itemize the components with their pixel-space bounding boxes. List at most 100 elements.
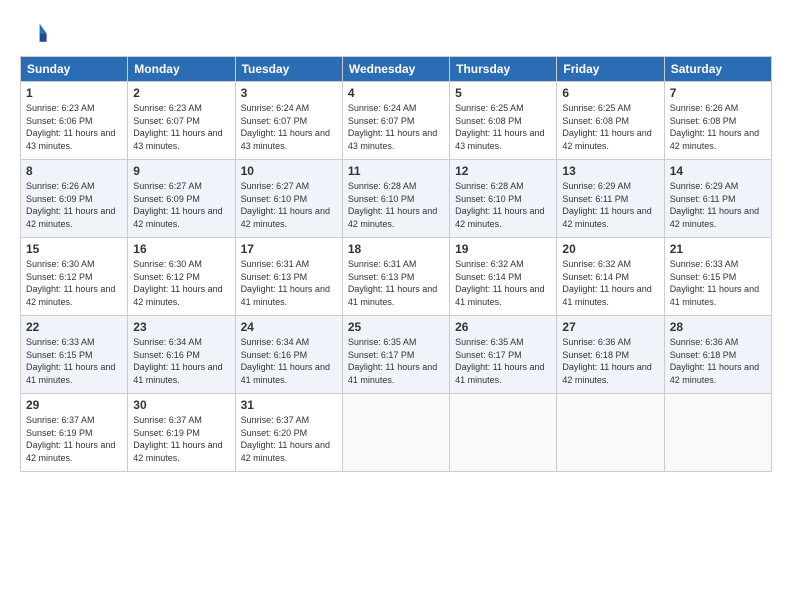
day-info: Sunrise: 6:23 AMSunset: 6:07 PMDaylight:…	[133, 103, 222, 151]
day-info: Sunrise: 6:33 AMSunset: 6:15 PMDaylight:…	[670, 259, 759, 307]
calendar-cell: 7 Sunrise: 6:26 AMSunset: 6:08 PMDayligh…	[664, 82, 771, 160]
day-info: Sunrise: 6:25 AMSunset: 6:08 PMDaylight:…	[562, 103, 651, 151]
day-info: Sunrise: 6:28 AMSunset: 6:10 PMDaylight:…	[455, 181, 544, 229]
logo	[20, 18, 52, 46]
day-info: Sunrise: 6:27 AMSunset: 6:10 PMDaylight:…	[241, 181, 330, 229]
calendar-cell: 10 Sunrise: 6:27 AMSunset: 6:10 PMDaylig…	[235, 160, 342, 238]
calendar-cell: 3 Sunrise: 6:24 AMSunset: 6:07 PMDayligh…	[235, 82, 342, 160]
day-number: 14	[670, 164, 766, 178]
calendar-cell: 9 Sunrise: 6:27 AMSunset: 6:09 PMDayligh…	[128, 160, 235, 238]
day-info: Sunrise: 6:35 AMSunset: 6:17 PMDaylight:…	[455, 337, 544, 385]
day-info: Sunrise: 6:36 AMSunset: 6:18 PMDaylight:…	[562, 337, 651, 385]
day-info: Sunrise: 6:29 AMSunset: 6:11 PMDaylight:…	[562, 181, 651, 229]
day-number: 21	[670, 242, 766, 256]
calendar-cell: 28 Sunrise: 6:36 AMSunset: 6:18 PMDaylig…	[664, 316, 771, 394]
calendar-cell: 13 Sunrise: 6:29 AMSunset: 6:11 PMDaylig…	[557, 160, 664, 238]
day-number: 5	[455, 86, 551, 100]
day-info: Sunrise: 6:37 AMSunset: 6:19 PMDaylight:…	[133, 415, 222, 463]
calendar-cell: 25 Sunrise: 6:35 AMSunset: 6:17 PMDaylig…	[342, 316, 449, 394]
day-number: 22	[26, 320, 122, 334]
calendar-cell: 1 Sunrise: 6:23 AMSunset: 6:06 PMDayligh…	[21, 82, 128, 160]
day-number: 13	[562, 164, 658, 178]
day-info: Sunrise: 6:32 AMSunset: 6:14 PMDaylight:…	[562, 259, 651, 307]
day-number: 7	[670, 86, 766, 100]
calendar-cell	[342, 394, 449, 472]
calendar-cell: 20 Sunrise: 6:32 AMSunset: 6:14 PMDaylig…	[557, 238, 664, 316]
day-info: Sunrise: 6:30 AMSunset: 6:12 PMDaylight:…	[26, 259, 115, 307]
day-info: Sunrise: 6:31 AMSunset: 6:13 PMDaylight:…	[348, 259, 437, 307]
calendar-cell: 14 Sunrise: 6:29 AMSunset: 6:11 PMDaylig…	[664, 160, 771, 238]
calendar-table: SundayMondayTuesdayWednesdayThursdayFrid…	[20, 56, 772, 472]
day-info: Sunrise: 6:23 AMSunset: 6:06 PMDaylight:…	[26, 103, 115, 151]
calendar-cell: 30 Sunrise: 6:37 AMSunset: 6:19 PMDaylig…	[128, 394, 235, 472]
day-number: 6	[562, 86, 658, 100]
day-number: 26	[455, 320, 551, 334]
calendar-cell	[664, 394, 771, 472]
day-number: 17	[241, 242, 337, 256]
day-number: 20	[562, 242, 658, 256]
day-number: 4	[348, 86, 444, 100]
day-info: Sunrise: 6:35 AMSunset: 6:17 PMDaylight:…	[348, 337, 437, 385]
calendar-cell: 31 Sunrise: 6:37 AMSunset: 6:20 PMDaylig…	[235, 394, 342, 472]
day-number: 8	[26, 164, 122, 178]
calendar-cell: 16 Sunrise: 6:30 AMSunset: 6:12 PMDaylig…	[128, 238, 235, 316]
day-number: 3	[241, 86, 337, 100]
day-number: 12	[455, 164, 551, 178]
calendar-cell: 18 Sunrise: 6:31 AMSunset: 6:13 PMDaylig…	[342, 238, 449, 316]
calendar-header-cell: Monday	[128, 57, 235, 82]
day-number: 16	[133, 242, 229, 256]
calendar-cell: 19 Sunrise: 6:32 AMSunset: 6:14 PMDaylig…	[450, 238, 557, 316]
day-info: Sunrise: 6:37 AMSunset: 6:19 PMDaylight:…	[26, 415, 115, 463]
calendar-cell: 5 Sunrise: 6:25 AMSunset: 6:08 PMDayligh…	[450, 82, 557, 160]
day-number: 11	[348, 164, 444, 178]
calendar-cell: 17 Sunrise: 6:31 AMSunset: 6:13 PMDaylig…	[235, 238, 342, 316]
day-info: Sunrise: 6:26 AMSunset: 6:09 PMDaylight:…	[26, 181, 115, 229]
calendar-cell: 27 Sunrise: 6:36 AMSunset: 6:18 PMDaylig…	[557, 316, 664, 394]
day-number: 30	[133, 398, 229, 412]
calendar-cell: 21 Sunrise: 6:33 AMSunset: 6:15 PMDaylig…	[664, 238, 771, 316]
day-number: 23	[133, 320, 229, 334]
calendar-week-row: 15 Sunrise: 6:30 AMSunset: 6:12 PMDaylig…	[21, 238, 772, 316]
day-info: Sunrise: 6:25 AMSunset: 6:08 PMDaylight:…	[455, 103, 544, 151]
day-info: Sunrise: 6:27 AMSunset: 6:09 PMDaylight:…	[133, 181, 222, 229]
day-info: Sunrise: 6:34 AMSunset: 6:16 PMDaylight:…	[241, 337, 330, 385]
calendar-week-row: 29 Sunrise: 6:37 AMSunset: 6:19 PMDaylig…	[21, 394, 772, 472]
calendar-cell: 2 Sunrise: 6:23 AMSunset: 6:07 PMDayligh…	[128, 82, 235, 160]
page: SundayMondayTuesdayWednesdayThursdayFrid…	[0, 0, 792, 612]
day-number: 9	[133, 164, 229, 178]
day-info: Sunrise: 6:31 AMSunset: 6:13 PMDaylight:…	[241, 259, 330, 307]
calendar-header-cell: Sunday	[21, 57, 128, 82]
day-info: Sunrise: 6:30 AMSunset: 6:12 PMDaylight:…	[133, 259, 222, 307]
day-info: Sunrise: 6:36 AMSunset: 6:18 PMDaylight:…	[670, 337, 759, 385]
day-number: 1	[26, 86, 122, 100]
day-number: 19	[455, 242, 551, 256]
day-info: Sunrise: 6:29 AMSunset: 6:11 PMDaylight:…	[670, 181, 759, 229]
day-number: 29	[26, 398, 122, 412]
calendar-cell: 8 Sunrise: 6:26 AMSunset: 6:09 PMDayligh…	[21, 160, 128, 238]
logo-icon	[20, 18, 48, 46]
day-number: 10	[241, 164, 337, 178]
calendar-cell: 4 Sunrise: 6:24 AMSunset: 6:07 PMDayligh…	[342, 82, 449, 160]
calendar-cell	[450, 394, 557, 472]
day-info: Sunrise: 6:24 AMSunset: 6:07 PMDaylight:…	[241, 103, 330, 151]
calendar-header-row: SundayMondayTuesdayWednesdayThursdayFrid…	[21, 57, 772, 82]
calendar-header-cell: Friday	[557, 57, 664, 82]
day-number: 25	[348, 320, 444, 334]
calendar-cell: 23 Sunrise: 6:34 AMSunset: 6:16 PMDaylig…	[128, 316, 235, 394]
calendar-cell	[557, 394, 664, 472]
calendar-cell: 26 Sunrise: 6:35 AMSunset: 6:17 PMDaylig…	[450, 316, 557, 394]
calendar-cell: 24 Sunrise: 6:34 AMSunset: 6:16 PMDaylig…	[235, 316, 342, 394]
calendar-cell: 15 Sunrise: 6:30 AMSunset: 6:12 PMDaylig…	[21, 238, 128, 316]
day-info: Sunrise: 6:26 AMSunset: 6:08 PMDaylight:…	[670, 103, 759, 151]
calendar-cell: 6 Sunrise: 6:25 AMSunset: 6:08 PMDayligh…	[557, 82, 664, 160]
calendar-header-cell: Saturday	[664, 57, 771, 82]
day-info: Sunrise: 6:37 AMSunset: 6:20 PMDaylight:…	[241, 415, 330, 463]
day-number: 31	[241, 398, 337, 412]
day-info: Sunrise: 6:34 AMSunset: 6:16 PMDaylight:…	[133, 337, 222, 385]
day-info: Sunrise: 6:24 AMSunset: 6:07 PMDaylight:…	[348, 103, 437, 151]
day-info: Sunrise: 6:28 AMSunset: 6:10 PMDaylight:…	[348, 181, 437, 229]
calendar-week-row: 8 Sunrise: 6:26 AMSunset: 6:09 PMDayligh…	[21, 160, 772, 238]
day-number: 24	[241, 320, 337, 334]
calendar-cell: 29 Sunrise: 6:37 AMSunset: 6:19 PMDaylig…	[21, 394, 128, 472]
day-number: 18	[348, 242, 444, 256]
